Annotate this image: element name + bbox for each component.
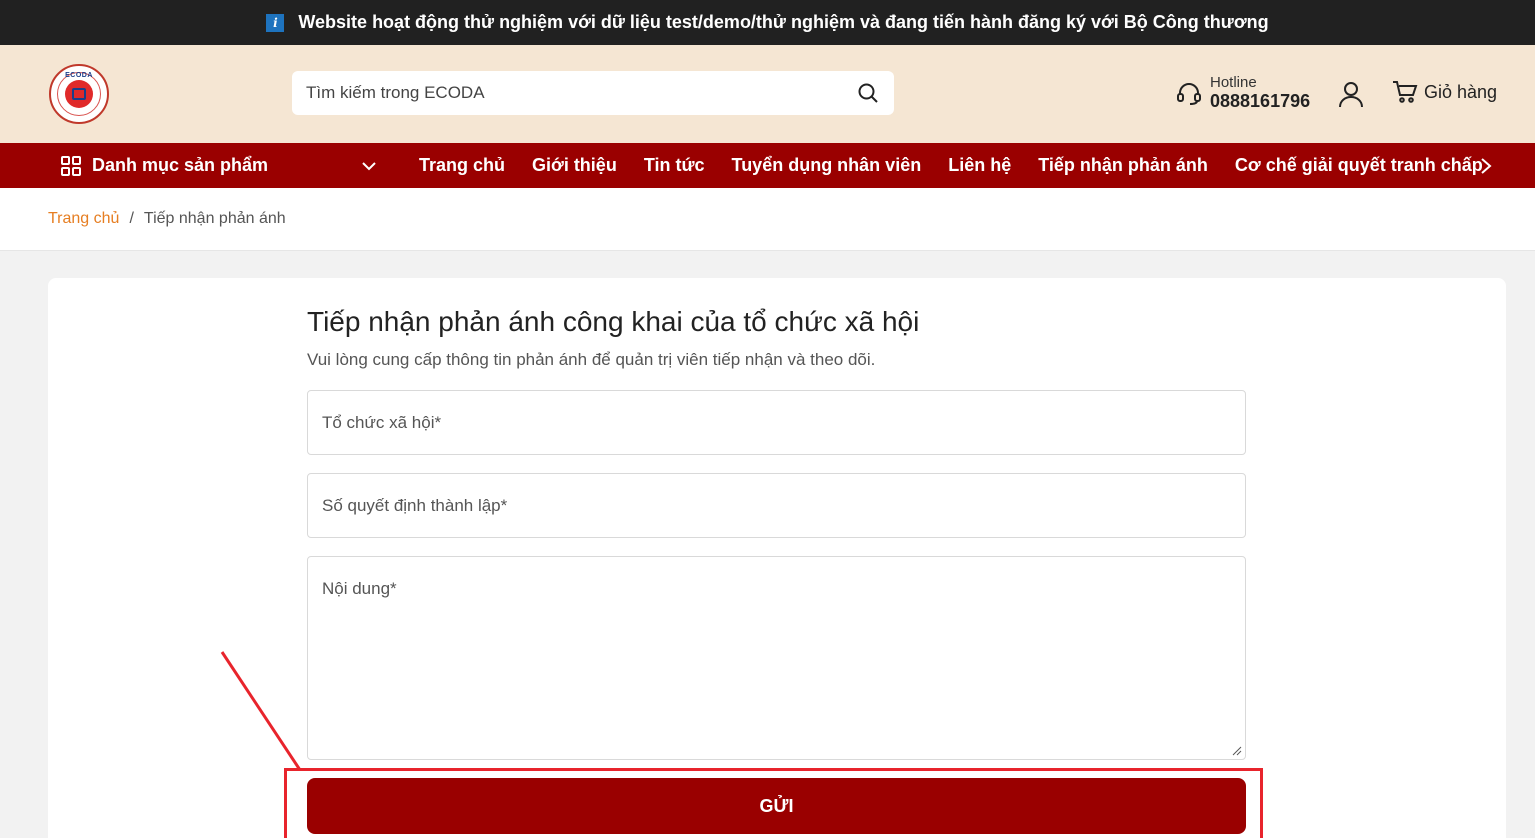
hotline-label: Hotline <box>1210 74 1257 91</box>
nav-item-about[interactable]: Giới thiệu <box>532 155 617 176</box>
org-field[interactable] <box>322 412 1231 433</box>
search-input[interactable] <box>306 83 856 103</box>
feedback-card: Tiếp nhận phản ánh công khai của tổ chức… <box>48 278 1506 838</box>
breadcrumb-separator: / <box>129 210 134 227</box>
breadcrumb-home[interactable]: Trang chủ <box>48 210 119 228</box>
search-box <box>292 71 894 115</box>
notice-bar: i Website hoạt động thử nghiệm với dữ li… <box>0 0 1535 45</box>
headset-icon <box>1177 83 1201 106</box>
resize-handle-icon[interactable] <box>1232 746 1242 756</box>
search-icon[interactable] <box>856 81 880 105</box>
category-menu-button[interactable]: Danh mục sản phẩm <box>60 143 380 188</box>
content-field-wrap <box>307 556 1246 760</box>
grid-icon <box>61 155 81 176</box>
page-subtitle: Vui lòng cung cấp thông tin phản ánh để … <box>307 350 876 369</box>
main-nav: Danh mục sản phẩm Trang chủ Giới thiệu T… <box>0 143 1535 188</box>
info-icon: i <box>266 13 285 32</box>
category-label: Danh mục sản phẩm <box>92 155 269 175</box>
decision-field-wrap <box>307 473 1246 538</box>
site-header: ECODA Hotline 0888161796 Giỏ hàng <box>0 45 1535 143</box>
nav-item-careers[interactable]: Tuyển dụng nhân viên <box>732 155 922 176</box>
hotline-number[interactable]: 0888161796 <box>1210 91 1310 112</box>
feedback-form: Tiếp nhận phản ánh công khai của tổ chức… <box>307 306 1246 834</box>
page-title: Tiếp nhận phản ánh công khai của tổ chức… <box>307 306 920 337</box>
user-icon[interactable] <box>1338 80 1364 108</box>
logo-text: ECODA <box>65 72 93 79</box>
nav-item-home[interactable]: Trang chủ <box>419 155 505 176</box>
site-logo[interactable]: ECODA <box>49 64 109 124</box>
breadcrumb: Trang chủ / Tiếp nhận phản ánh <box>0 188 1535 251</box>
org-field-wrap <box>307 390 1246 455</box>
nav-item-news[interactable]: Tin tức <box>644 155 705 176</box>
cart-icon <box>1393 81 1418 103</box>
notice-text: Website hoạt động thử nghiệm với dữ liệu… <box>298 12 1269 32</box>
nav-items: Trang chủ Giới thiệu Tin tức Tuyển dụng … <box>419 143 1510 188</box>
submit-button[interactable]: GỬI <box>307 778 1246 834</box>
chevron-right-icon[interactable] <box>1476 155 1496 177</box>
decision-number-field[interactable] <box>322 495 1231 516</box>
nav-item-contact[interactable]: Liên hệ <box>948 155 1011 176</box>
chevron-down-icon <box>362 162 376 171</box>
nav-item-feedback[interactable]: Tiếp nhận phản ánh <box>1038 155 1208 176</box>
cart-label: Giỏ hàng <box>1424 81 1498 102</box>
nav-item-dispute[interactable]: Cơ chế giải quyết tranh chấp <box>1235 155 1483 176</box>
breadcrumb-current: Tiếp nhận phản ánh <box>143 210 286 227</box>
logo-emblem <box>65 80 93 108</box>
hotline[interactable]: Hotline 0888161796 <box>1176 74 1310 112</box>
logo-ring: ECODA <box>57 72 101 116</box>
cart-button[interactable]: Giỏ hàng <box>1392 79 1497 105</box>
content-field[interactable] <box>322 579 1231 749</box>
